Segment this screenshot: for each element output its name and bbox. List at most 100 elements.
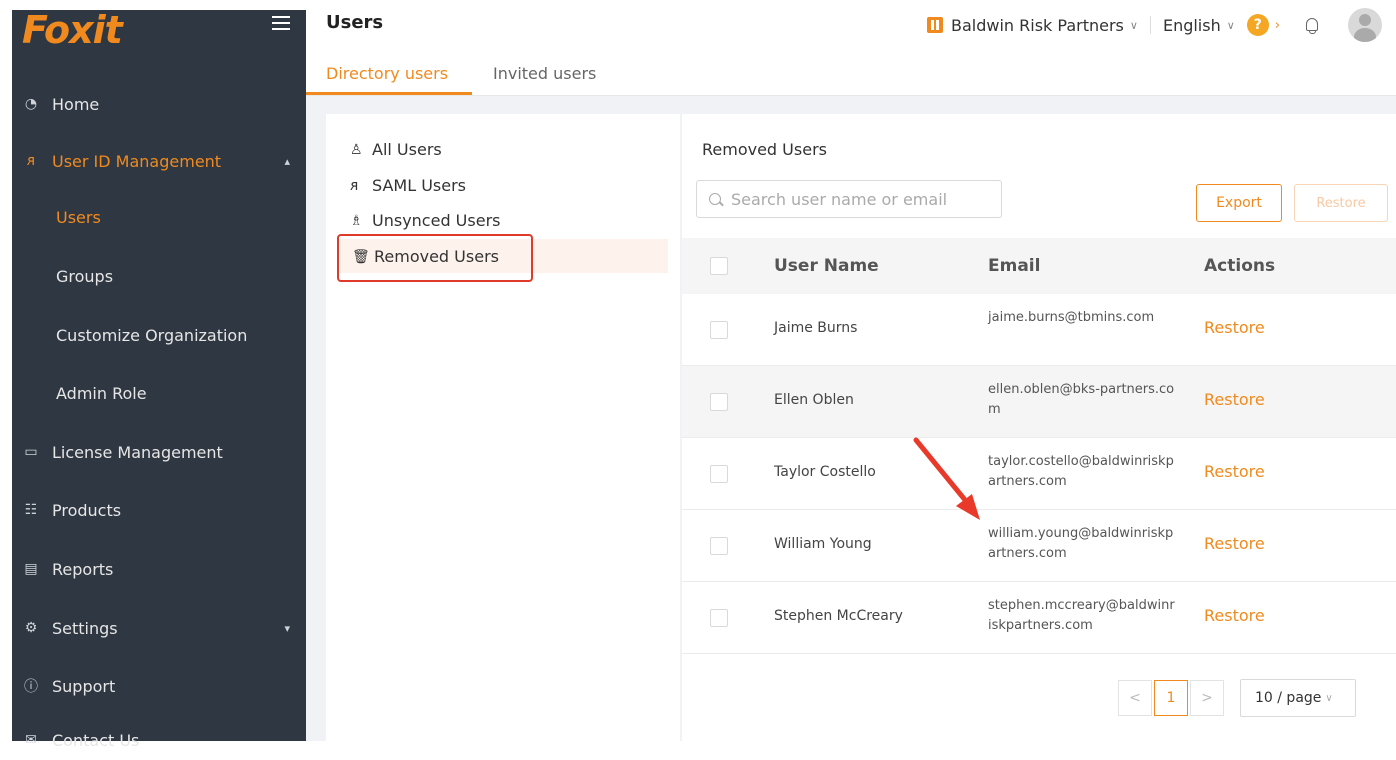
org-selector[interactable]: Baldwin Risk Partners: [951, 16, 1124, 35]
nav-item-label: User ID Management: [52, 151, 222, 171]
restore-link[interactable]: Restore: [1204, 390, 1265, 409]
top-toolbar: Baldwin Risk Partners ∨ English ∨ ? ›: [927, 8, 1396, 42]
export-button[interactable]: Export: [1196, 184, 1282, 222]
avatar[interactable]: [1348, 8, 1382, 42]
sidebar-item-groups[interactable]: Groups: [56, 256, 113, 296]
user-name: Jaime Burns: [774, 320, 858, 336]
filter-label: All Users: [372, 140, 442, 159]
search-input[interactable]: [729, 188, 989, 210]
column-header-user-name[interactable]: User Name: [774, 256, 879, 276]
user-name: William Young: [774, 536, 872, 552]
nav-item-license-management[interactable]: ▭ License Management: [12, 432, 306, 472]
user-email: ellen.oblen@bks-partners.com: [988, 382, 1175, 417]
column-header-email[interactable]: Email: [988, 256, 1040, 276]
row-checkbox[interactable]: [710, 321, 728, 339]
divider: [1149, 16, 1151, 34]
bell-icon[interactable]: [1304, 16, 1320, 34]
nav-item-label: Home: [52, 94, 100, 114]
restore-link[interactable]: Restore: [1204, 534, 1265, 553]
removed-users-panel: Removed Users Export Restore User Name E…: [682, 114, 1396, 741]
nav-item-reports[interactable]: ▤ Reports: [12, 549, 306, 589]
nav-item-products[interactable]: ☷ Products: [12, 490, 306, 530]
nav-item-label: License Management: [52, 442, 223, 462]
filter-unsynced-users[interactable]: ♗ Unsynced Users: [350, 211, 500, 230]
panel-title: Removed Users: [702, 140, 827, 159]
reports-icon: ▤: [24, 561, 38, 577]
help-icon[interactable]: ?: [1246, 14, 1269, 36]
user-name: Taylor Costello: [774, 464, 876, 480]
users-icon: ᴙ: [350, 177, 359, 194]
row-checkbox[interactable]: [710, 465, 728, 483]
language-selector[interactable]: English: [1163, 16, 1221, 35]
chevron-down-icon: ∨: [1325, 692, 1333, 704]
sidebar-item-admin-role[interactable]: Admin Role: [56, 373, 147, 413]
nav-item-label: Support: [52, 676, 116, 696]
nav-item-label: Reports: [52, 559, 114, 579]
nav-item-settings[interactable]: ⚙ Settings ▾: [12, 608, 306, 648]
foxit-logo[interactable]: Foxit: [22, 10, 123, 50]
next-page-button[interactable]: >: [1190, 680, 1224, 716]
building-icon: [927, 17, 944, 33]
nav-item-home[interactable]: ◔ Home: [12, 84, 306, 124]
nav-item-contact-us[interactable]: ✉ Contact Us: [12, 720, 306, 760]
user-name: Stephen McCreary: [774, 608, 903, 624]
page-number-button[interactable]: 1: [1154, 680, 1188, 716]
pagination: < 1 > 10 / page ∨: [1118, 678, 1356, 718]
hamburger-menu-icon[interactable]: [272, 16, 290, 30]
filter-label: Unsynced Users: [372, 211, 501, 230]
users-icon: ᴙ: [26, 153, 36, 169]
restore-link[interactable]: Restore: [1204, 606, 1265, 625]
column-header-actions: Actions: [1204, 256, 1276, 276]
chevron-up-icon: ▴: [284, 154, 290, 168]
search-icon: [709, 193, 721, 205]
filter-all-users[interactable]: ♙ All Users: [350, 140, 442, 159]
sidebar-item-customize-organization[interactable]: Customize Organization: [56, 315, 247, 355]
nav-item-support[interactable]: ⓘ Support: [12, 666, 306, 706]
user-filter-panel: ♙ All Users ᴙ SAML Users ♗ Unsynced User…: [326, 114, 680, 741]
select-all-checkbox[interactable]: [710, 257, 728, 275]
table-row: William Young william.young@baldwinriskp…: [682, 510, 1396, 582]
sidebar: Foxit ◔ Home ᴙ User ID Management ▴ User…: [12, 10, 306, 750]
user-email: jaime.burns@tbmins.com: [988, 310, 1155, 325]
row-checkbox[interactable]: [710, 393, 728, 411]
help-circle-icon: ⓘ: [24, 679, 38, 695]
table-row: Ellen Oblen ellen.oblen@bks-partners.com…: [682, 366, 1396, 438]
nav-item-user-id-management[interactable]: ᴙ User ID Management ▴: [12, 141, 306, 181]
dashboard-icon: ◔: [24, 96, 38, 112]
nav-item-label: Products: [52, 500, 122, 520]
sidebar-item-users[interactable]: Users: [56, 197, 101, 237]
chevron-down-icon: ∨: [1129, 18, 1138, 32]
nav-item-label: Settings: [52, 618, 118, 638]
tab-directory-users[interactable]: Directory users: [326, 64, 448, 83]
search-box[interactable]: [696, 180, 1002, 218]
chevron-right-icon[interactable]: ›: [1275, 18, 1280, 33]
user-email: stephen.mccreary@baldwinriskpartners.com: [988, 598, 1175, 633]
nav-item-label: Contact Us: [52, 730, 140, 750]
chevron-down-icon: ▾: [284, 621, 290, 635]
products-icon: ☷: [24, 502, 38, 518]
annotation-arrow-icon: [913, 437, 980, 520]
page-size-select[interactable]: 10 / page ∨: [1240, 679, 1356, 717]
table-header: User Name Email Actions: [682, 238, 1396, 294]
table-row: Taylor Costello taylor.costello@baldwinr…: [682, 438, 1396, 510]
license-icon: ▭: [24, 444, 38, 460]
contact-icon: ✉: [25, 732, 37, 748]
unsynced-users-icon: ♗: [350, 212, 363, 229]
tab-invited-users[interactable]: Invited users: [493, 64, 596, 83]
active-tab-indicator: [306, 92, 472, 95]
restore-button[interactable]: Restore: [1294, 184, 1388, 222]
user-email: taylor.costello@baldwinriskpartners.com: [988, 454, 1174, 489]
user-email: william.young@baldwinriskpartners.com: [988, 526, 1174, 561]
row-checkbox[interactable]: [710, 609, 728, 627]
user-icon: ♙: [350, 141, 363, 158]
row-checkbox[interactable]: [710, 537, 728, 555]
filter-label: SAML Users: [372, 176, 467, 195]
page-size-value: 10 / page: [1255, 690, 1322, 706]
prev-page-button[interactable]: <: [1118, 680, 1152, 716]
settings-icon: ⚙: [24, 620, 38, 636]
tab-bar: Directory users Invited users: [306, 58, 1396, 96]
filter-saml-users[interactable]: ᴙ SAML Users: [350, 176, 466, 195]
restore-link[interactable]: Restore: [1204, 318, 1265, 337]
restore-link[interactable]: Restore: [1204, 462, 1265, 481]
table-row: Jaime Burns jaime.burns@tbmins.com Resto…: [682, 294, 1396, 366]
